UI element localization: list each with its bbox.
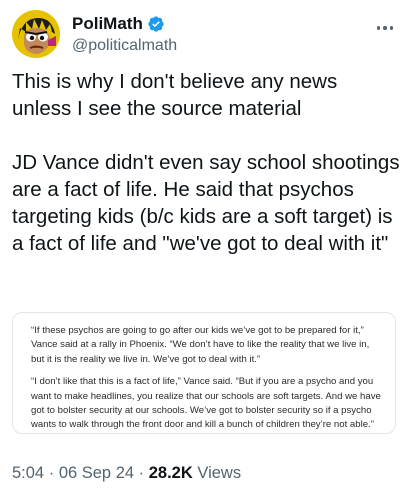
cartoon-avatar-icon xyxy=(12,10,60,58)
quote-paragraph-2: “I don’t like that this is a fact of lif… xyxy=(31,376,381,431)
more-options-icon[interactable] xyxy=(374,18,396,38)
views-count[interactable]: 28.2K xyxy=(149,464,193,482)
display-name[interactable]: PoliMath xyxy=(72,14,143,34)
tweet-header: PoliMath @politicalmath xyxy=(12,10,396,60)
tweet-time[interactable]: 5:04 xyxy=(12,464,44,482)
author-names: PoliMath @politicalmath xyxy=(72,14,177,57)
tweet-meta: 5:04 · 06 Sep 24 · 28.2K Views xyxy=(12,462,241,484)
meta-separator: · xyxy=(48,464,55,482)
handle[interactable]: @politicalmath xyxy=(72,35,177,57)
views-label: Views xyxy=(197,464,242,482)
quoted-article-image: “If these psychos are going to go after … xyxy=(12,312,396,434)
meta-separator: · xyxy=(138,464,145,482)
tweet-text: This is why I don't believe any news unl… xyxy=(12,70,400,255)
avatar[interactable] xyxy=(12,10,60,58)
verified-badge-icon xyxy=(148,16,164,32)
tweet-date[interactable]: 06 Sep 24 xyxy=(59,464,134,482)
quote-paragraph-1: “If these psychos are going to go after … xyxy=(31,325,370,365)
